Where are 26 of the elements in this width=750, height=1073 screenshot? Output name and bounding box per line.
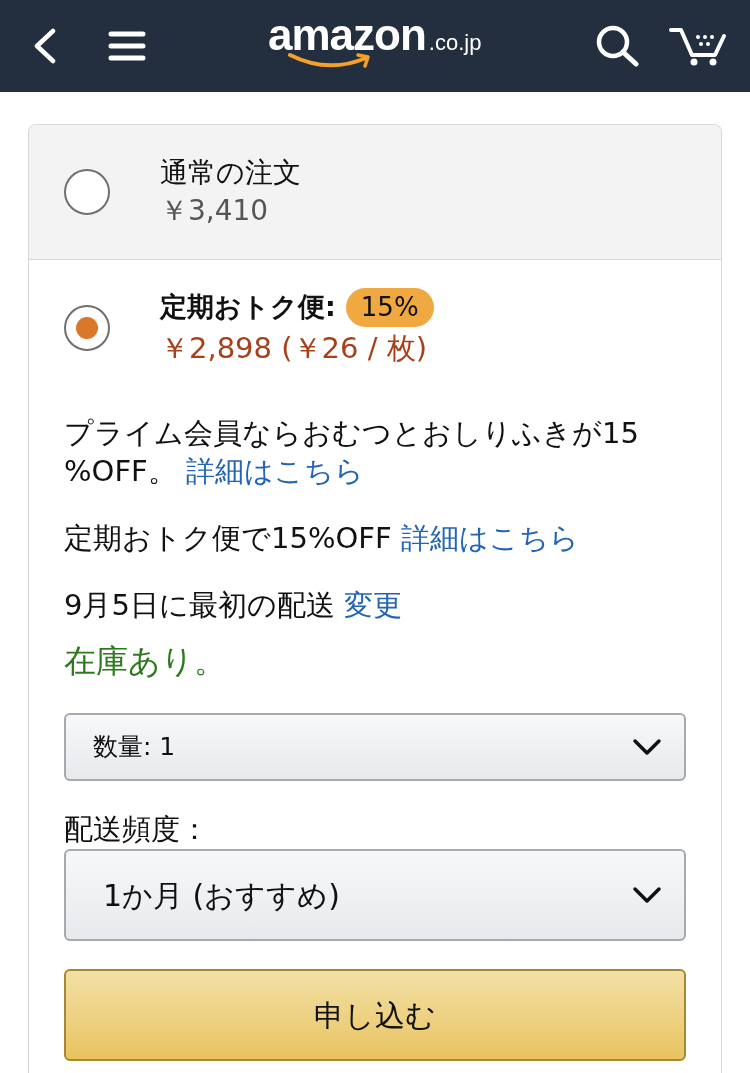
- radio-button[interactable]: [64, 169, 110, 215]
- menu-icon[interactable]: [108, 30, 146, 62]
- subscribe-button[interactable]: 申し込む: [64, 969, 686, 1061]
- info-text: 9月5日に最初の配送 変更: [64, 587, 404, 624]
- text-link[interactable]: 詳細はこちら: [185, 454, 364, 488]
- text-link[interactable]: 詳細はこちら: [400, 521, 579, 555]
- option-title: 通常の注文: [160, 155, 301, 191]
- frequency-label: 配送頻度：: [64, 811, 210, 848]
- back-chevron-icon[interactable]: [32, 28, 58, 64]
- chevron-down-icon: [632, 738, 662, 756]
- cart-icon[interactable]: [668, 25, 728, 67]
- option-price: ￥2,898 (￥26 / 枚): [160, 330, 428, 367]
- info-text: 定期おトク便で15%OFF 詳細はこちら: [64, 520, 580, 557]
- logo-domain: .co.jp: [428, 32, 482, 54]
- logo-wordmark: amazon: [268, 13, 426, 57]
- frequency-select[interactable]: 1か月 (おすすめ): [64, 849, 686, 941]
- text-link[interactable]: 変更: [344, 588, 403, 622]
- option-title: 定期おトク便:: [160, 290, 336, 324]
- search-icon[interactable]: [596, 25, 640, 67]
- info-text: プライム会員ならおむつとおしりふきが15%OFF。 詳細はこちら: [64, 415, 640, 490]
- discount-badge: 15%: [345, 287, 434, 327]
- option-price: ￥3,410: [160, 193, 270, 229]
- chevron-down-icon: [632, 886, 662, 904]
- radio-button[interactable]: [64, 305, 110, 351]
- quantity-select[interactable]: 数量: 1: [64, 713, 686, 781]
- stock-status: 在庫あり。: [64, 641, 227, 681]
